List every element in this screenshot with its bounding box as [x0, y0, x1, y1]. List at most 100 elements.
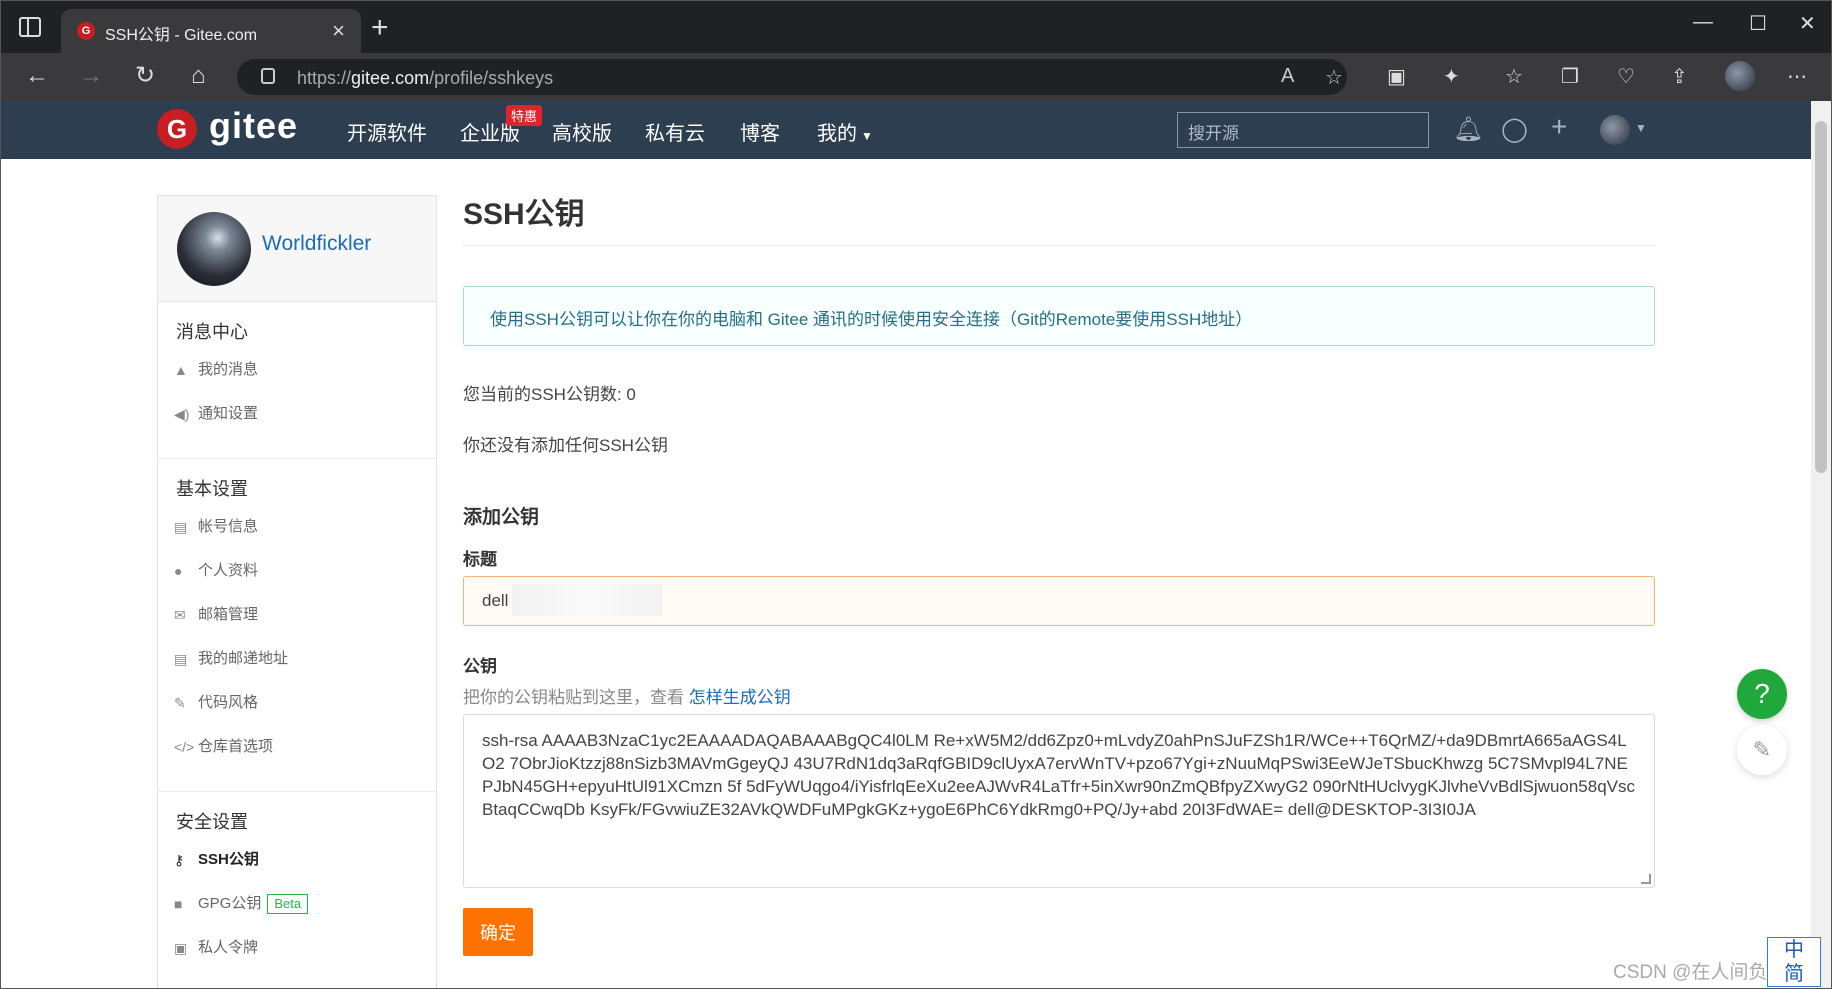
code-icon: </> [174, 739, 195, 755]
browser-window: G SSH公钥 - Gitee.com × + — ☐ ✕ ← → ↻ ⌂ ht… [0, 0, 1832, 989]
sidebar-item-label: 邮箱管理 [198, 606, 259, 623]
brush-icon: ✎ [174, 695, 186, 711]
refresh-icon[interactable]: ↻ [135, 63, 155, 89]
nav-opensource[interactable]: 开源软件 [347, 117, 427, 146]
beta-badge: Beta [267, 894, 309, 914]
nav-private-cloud[interactable]: 私有云 [645, 117, 705, 146]
page-scrollbar[interactable] [1811, 101, 1831, 988]
home-icon[interactable]: ⌂ [191, 63, 206, 89]
browser-tabbar: G SSH公钥 - Gitee.com × + — ☐ ✕ [1, 1, 1831, 53]
page-title: SSH公钥 [463, 189, 1655, 246]
how-to-generate-key-link[interactable]: 怎样生成公钥 [689, 688, 791, 707]
sidebar-item-label: 代码风格 [198, 694, 259, 711]
more-menu-icon[interactable]: ⋯ [1787, 64, 1807, 89]
resize-grip-icon[interactable] [1641, 874, 1651, 884]
sidebar-item-private-tokens[interactable]: ▣ 私人令牌 [158, 938, 436, 982]
public-key-value: ssh-rsa AAAAB3NzaC1yc2EAAAADAQABAAABgQC4… [482, 731, 1636, 819]
user-icon: ● [174, 563, 183, 579]
section-title: 基本设置 [176, 479, 248, 499]
sidebar-toggle-icon[interactable] [19, 17, 41, 37]
sidebar-item-account[interactable]: ▤ 帐号信息 [158, 517, 436, 561]
sidebar-item-email[interactable]: ✉ 邮箱管理 [158, 605, 436, 649]
browser-tab[interactable]: G SSH公钥 - Gitee.com × [61, 9, 361, 53]
immersive-reader-icon[interactable]: ▣ [1387, 64, 1406, 89]
feedback-edit-icon[interactable]: ✎ [1737, 725, 1787, 775]
notification-bell-icon[interactable]: 🔔︎ [1453, 115, 1483, 144]
sidebar-item-notification-settings[interactable]: ◀) 通知设置 [158, 404, 436, 448]
sidebar-item-label: 通知设置 [198, 405, 259, 422]
scrollbar-thumb[interactable] [1815, 121, 1827, 473]
settings-sidebar: Worldfickler 消息中心 ▲ 我的消息 ◀) 通知设置 基本设置 ▤ 帐号信… [157, 195, 437, 988]
nav-mine[interactable]: 我的 ▼ [817, 117, 873, 146]
sidebar-item-repo-preferences[interactable]: </> 仓库首选项 [158, 737, 436, 781]
lock-icon: ■ [174, 896, 183, 912]
public-key-hint: 把你的公钥粘贴到这里，查看 怎样生成公钥 [463, 683, 1655, 708]
username-link[interactable]: Worldfickler [262, 232, 371, 256]
plus-icon[interactable]: + [1551, 111, 1567, 143]
gitee-favicon-icon: G [77, 22, 95, 40]
volume-icon: ◀) [174, 406, 190, 422]
maximize-icon[interactable]: ☐ [1749, 11, 1767, 36]
key-title-input[interactable]: dell [463, 576, 1655, 626]
help-button[interactable]: ? [1737, 669, 1787, 719]
gitee-logo-text[interactable]: gitee [209, 105, 298, 147]
ime-indicator[interactable]: 中 简 [1767, 937, 1821, 987]
sidebar-item-gpg-keys[interactable]: ■ GPG公钥 Beta [158, 894, 436, 938]
confirm-button[interactable]: 确定 [463, 908, 533, 956]
chevron-down-icon: ▼ [861, 129, 873, 143]
read-aloud-icon[interactable]: A [1281, 65, 1294, 88]
browser-essentials-icon[interactable]: ♡ [1617, 64, 1635, 89]
key-hint-text: 把你的公钥粘贴到这里，查看 [463, 688, 684, 707]
gitee-logo-icon[interactable]: G [157, 109, 197, 149]
back-icon[interactable]: ← [25, 63, 49, 89]
sidebar-item-label: 我的邮递地址 [198, 650, 289, 667]
public-key-textarea[interactable]: ssh-rsa AAAAB3NzaC1yc2EAAAADAQABAAABgQC4… [463, 714, 1655, 888]
extensions-icon[interactable]: ✦ [1443, 64, 1460, 89]
briefcase-icon: ▣ [174, 940, 188, 956]
sidebar-item-profile[interactable]: ● 个人资料 [158, 561, 436, 605]
address-card-icon: ▤ [174, 651, 188, 667]
tab-title: SSH公钥 - Gitee.com [105, 27, 258, 44]
redacted-area [512, 584, 662, 616]
section-title: 安全设置 [176, 812, 248, 832]
section-title: 消息中心 [176, 322, 248, 342]
main-content: SSH公钥 使用SSH公钥可以让你在你的电脑和 Gitee 通讯的时候使用安全连… [463, 189, 1655, 956]
ssh-key-count: 您当前的SSH公钥数: 0 [463, 385, 636, 404]
nav-blog[interactable]: 博客 [740, 117, 780, 146]
nav-education[interactable]: 高校版 [552, 117, 612, 146]
add-favorite-icon[interactable]: ☆ [1325, 65, 1343, 90]
share-icon[interactable]: ⇪ [1671, 64, 1688, 89]
address-bar[interactable]: https://gitee.com/profile/sshkeys A ☆ [237, 59, 1347, 95]
empty-state-text: 你还没有添加任何SSH公钥 [463, 436, 668, 455]
lightbulb-icon[interactable]: ◯ [1501, 115, 1528, 144]
page-body: Worldfickler 消息中心 ▲ 我的消息 ◀) 通知设置 基本设置 ▤ 帐号信… [1, 159, 1811, 988]
sidebar-item-address[interactable]: ▤ 我的邮递地址 [158, 649, 436, 693]
section-basic-settings: 基本设置 ▤ 帐号信息 ● 个人资料 ✉ 邮箱管理 ▤ 我的邮递地址 ✎ 代码风格 </>… [158, 459, 436, 792]
info-message: 使用SSH公钥可以让你在你的电脑和 Gitee 通讯的时候使用安全连接（Git的… [463, 286, 1655, 346]
avatar[interactable] [177, 212, 251, 286]
user-avatar[interactable] [1600, 115, 1630, 145]
sidebar-item-label: SSH公钥 [198, 851, 259, 868]
title-label: 标题 [463, 550, 497, 569]
sidebar-item-code-style[interactable]: ✎ 代码风格 [158, 693, 436, 737]
lock-icon [261, 68, 275, 84]
sidebar-item-label: 我的消息 [198, 361, 259, 378]
search-input[interactable]: 搜开源 [1177, 112, 1429, 148]
sidebar-item-ssh-keys[interactable]: ⚷ SSH公钥 [158, 850, 436, 894]
site-header: G gitee 开源软件 企业版 特惠 高校版 私有云 博客 我的 ▼ 搜开源 🔔… [1, 101, 1811, 159]
close-window-icon[interactable]: ✕ [1799, 11, 1816, 36]
section-security: 安全设置 ⚷ SSH公钥 ■ GPG公钥 Beta ▣ 私人令牌 [158, 792, 436, 988]
favorites-icon[interactable]: ☆ [1505, 64, 1523, 89]
collections-icon[interactable]: ❐ [1561, 64, 1579, 89]
add-key-heading: 添加公钥 [463, 507, 540, 528]
forward-icon[interactable]: → [79, 63, 103, 89]
tab-close-icon[interactable]: × [332, 18, 345, 44]
profile-card: Worldfickler [158, 196, 436, 302]
mail-icon: ✉ [174, 607, 186, 623]
new-tab-button[interactable]: + [371, 11, 389, 45]
minimize-icon[interactable]: — [1693, 11, 1713, 34]
chevron-down-icon[interactable]: ▼ [1635, 121, 1647, 135]
sidebar-item-label: 个人资料 [198, 562, 259, 579]
sidebar-item-my-messages[interactable]: ▲ 我的消息 [158, 360, 436, 404]
browser-profile-avatar[interactable] [1725, 61, 1755, 91]
